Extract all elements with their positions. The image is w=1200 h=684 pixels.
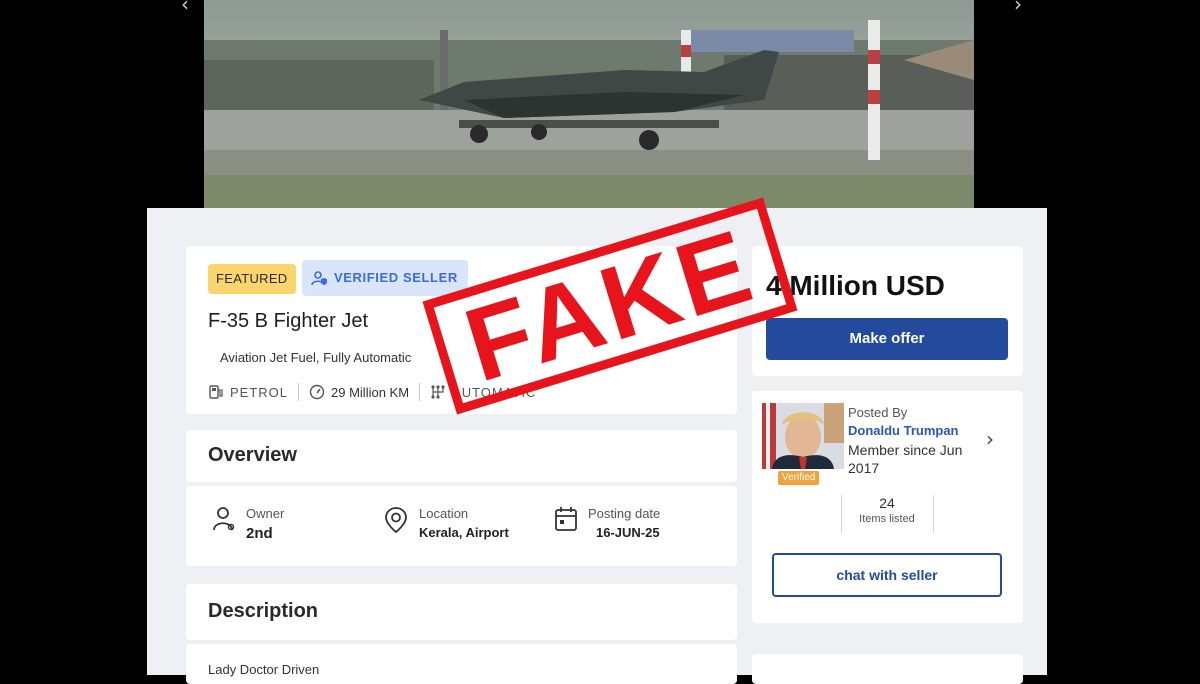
spec-divider [419,383,421,401]
spec-divider [298,383,300,401]
seller-avatar[interactable] [762,403,844,469]
items-count-label: Items listed [859,513,915,525]
items-count-value: 24 [879,495,895,511]
seller-name-link[interactable]: Donaldu Trumpan [848,423,959,438]
next-image-icon[interactable]: › [1014,0,1022,16]
description-header: Description [186,584,737,640]
member-since: Member since Jun 2017 [848,442,963,476]
seller-card[interactable]: Verified Posted By Donaldu Trumpan Membe… [752,391,1023,623]
make-offer-button[interactable]: Make offer [766,318,1008,360]
verified-seller-badge: VERIFIED SELLER [302,260,468,296]
fuel-pump-icon [209,385,223,399]
location-value: Kerala, Airport [419,525,509,540]
description-heading: Description [208,600,319,622]
spec-fuel: PETROL [208,384,288,400]
listing-title: F-35 B Fighter Jet [208,310,369,332]
seller-verified-tag: Verified [778,471,820,485]
chevron-right-icon[interactable]: › [986,427,994,451]
user-icon [213,507,235,531]
items-listed: 24 Items listed [842,495,932,525]
posted-by-label: Posted By [848,405,908,420]
posting-date-info: Posting date 16-JUN-25 [554,506,660,540]
listing-subtitle: Aviation Jet Fuel, Fully Automatic [220,350,412,365]
posting-date-label: Posting date [588,506,661,521]
calendar-icon [555,507,577,531]
chat-with-seller-button[interactable]: chat with seller [772,553,1002,597]
spec-km: 29 Million KM [309,384,409,400]
verified-seller-label: VERIFIED SELLER [334,270,458,285]
transmission-icon [431,385,445,399]
overview-header: Overview [186,430,737,482]
location-label: Location [419,506,469,521]
listing-photo[interactable] [204,0,974,208]
location-pin-icon [385,507,407,534]
speedometer-icon [309,384,325,400]
divider [933,495,934,533]
featured-badge: FEATURED [208,264,296,294]
related-card [752,654,1023,684]
shield-user-icon [311,271,327,286]
overview-heading: Overview [208,444,297,466]
location-info: Location Kerala, Airport [383,506,509,540]
overview-details: Owner 2nd Location Kerala, Airport Posti… [186,486,737,566]
posting-date-value: 16-JUN-25 [596,525,660,540]
owner-info: Owner 2nd [212,506,284,542]
spec-km-value: 29 Million KM [331,384,410,400]
description-body: Lady Doctor Driven [186,644,737,684]
owner-label: Owner [246,506,285,521]
spec-fuel-value: PETROL [230,384,289,400]
prev-image-icon[interactable]: ‹ [181,0,189,16]
owner-value: 2nd [246,525,273,542]
